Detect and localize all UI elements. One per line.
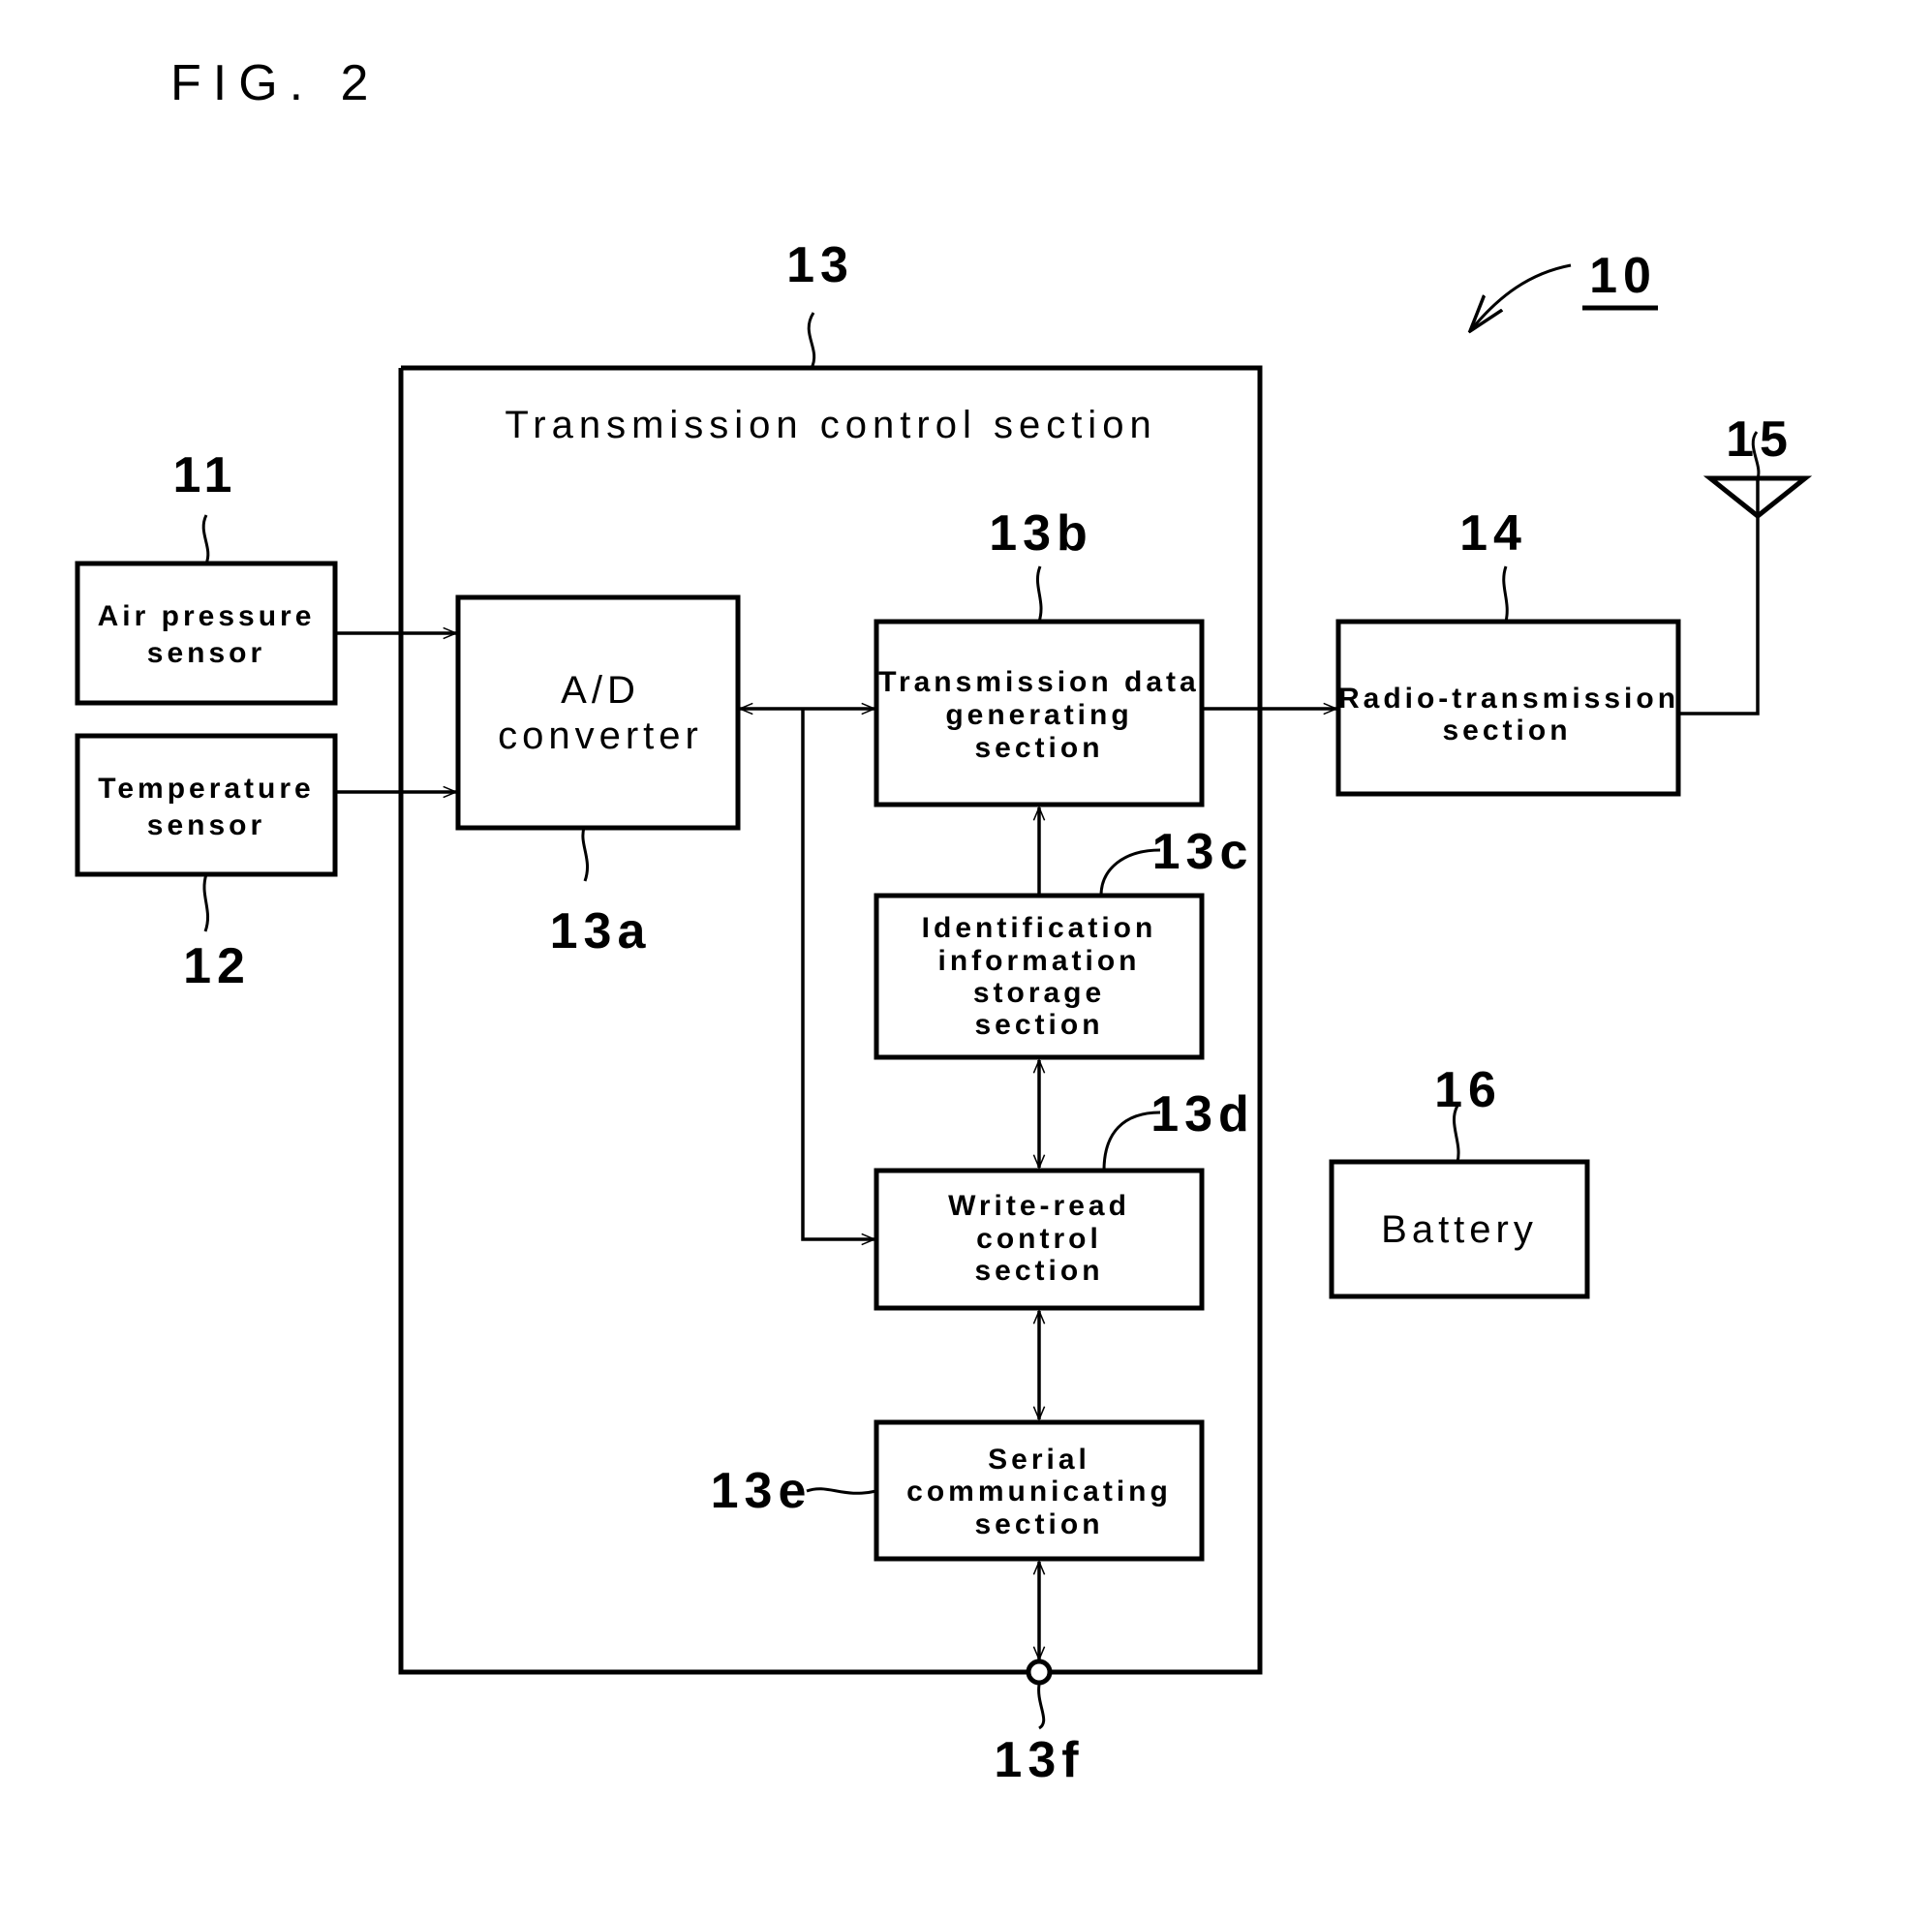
- radio-ref: 14: [1459, 505, 1527, 562]
- temperature-sensor-ref: 12: [183, 938, 251, 994]
- control-section-title: Transmission control section: [505, 404, 1156, 446]
- radio-label-line2: section: [1442, 715, 1571, 746]
- serial-terminal: 13f: [994, 1659, 1084, 1788]
- arrow-ad-to-write-read: [801, 709, 874, 1239]
- iis-ref: 13c: [1152, 824, 1254, 880]
- antenna-feed-line: [1678, 516, 1760, 715]
- wrc-ref: 13d: [1150, 1086, 1255, 1142]
- temperature-sensor-block: Temperature sensor 12: [75, 733, 338, 994]
- temperature-sensor-label-line1: Temperature: [98, 773, 315, 805]
- battery-block: Battery 16: [1329, 1062, 1590, 1299]
- battery-ref: 16: [1434, 1062, 1502, 1118]
- air-pressure-sensor-ref-leader: [201, 514, 210, 564]
- tdg-label-line2: generating: [945, 699, 1132, 731]
- ad-converter-label-line2: converter: [498, 715, 703, 757]
- serial-communicating-block: Serial communicating section 13e: [711, 1419, 1205, 1562]
- iis-label-line4: section: [974, 1009, 1103, 1041]
- ad-converter-label-line1: A/D: [561, 669, 640, 712]
- terminal-ref: 13f: [994, 1732, 1084, 1788]
- battery-label: Battery: [1381, 1208, 1538, 1251]
- terminal-connector-icon: [1026, 1659, 1053, 1686]
- radio-transmission-block: Radio-transmission section 14: [1335, 505, 1681, 797]
- ad-converter-ref: 13a: [550, 903, 652, 959]
- iis-label-line2: information: [938, 945, 1141, 977]
- identification-storage-block: Identification information storage secti…: [874, 824, 1254, 1060]
- wrc-label-line1: Write-read: [948, 1190, 1130, 1222]
- temperature-sensor-label-line2: sensor: [147, 809, 265, 841]
- radio-label-line1: Radio-transmission: [1338, 683, 1679, 715]
- sc-ref-leader: [806, 1487, 877, 1495]
- iis-label-line1: Identification: [922, 912, 1157, 944]
- air-pressure-sensor-box: [75, 561, 338, 706]
- iis-label-line3: storage: [973, 977, 1105, 1009]
- air-pressure-sensor-block: Air pressure sensor 11: [75, 447, 338, 706]
- device-ref-label: 10: [1589, 248, 1657, 304]
- temperature-sensor-box: [75, 733, 338, 877]
- device-ref-10: 10: [1470, 248, 1658, 331]
- air-pressure-sensor-label-line2: sensor: [147, 637, 265, 669]
- radio-ref-leader: [1502, 565, 1509, 623]
- tdg-label-line1: Transmission data: [878, 666, 1199, 698]
- sc-label-line1: Serial: [988, 1444, 1090, 1476]
- figure-label: FIG. 2: [170, 55, 380, 111]
- sc-ref: 13e: [711, 1463, 813, 1519]
- tdg-label-line3: section: [974, 732, 1103, 764]
- tdg-ref-leader: [1035, 565, 1043, 623]
- control-section-ref-leader: [807, 312, 816, 369]
- ad-converter-block: A/D converter 13a: [455, 594, 741, 959]
- tdg-ref: 13b: [989, 505, 1093, 562]
- transmission-data-generating-block: Transmission data generating section 13b: [874, 505, 1205, 807]
- block-diagram: FIG. 2 10 Transmission control section 1…: [75, 55, 1813, 1788]
- write-read-control-block: Write-read control section 13d: [874, 1086, 1255, 1311]
- air-pressure-sensor-label-line1: Air pressure: [98, 600, 316, 632]
- wrc-label-line3: section: [974, 1255, 1103, 1287]
- sc-label-line3: section: [974, 1508, 1103, 1540]
- device-ref-arrow: [1470, 263, 1572, 331]
- sc-label-line2: communicating: [906, 1476, 1172, 1507]
- temperature-sensor-ref-leader: [202, 873, 210, 932]
- antenna-ref: 15: [1726, 411, 1794, 468]
- terminal-ref-leader: [1037, 1684, 1046, 1730]
- control-section-ref: 13: [786, 237, 854, 293]
- air-pressure-sensor-ref: 11: [173, 447, 238, 503]
- ad-converter-box: [455, 594, 741, 831]
- ad-converter-ref-leader: [581, 827, 590, 882]
- wrc-label-line2: control: [976, 1223, 1102, 1255]
- antenna: 15: [1678, 411, 1813, 715]
